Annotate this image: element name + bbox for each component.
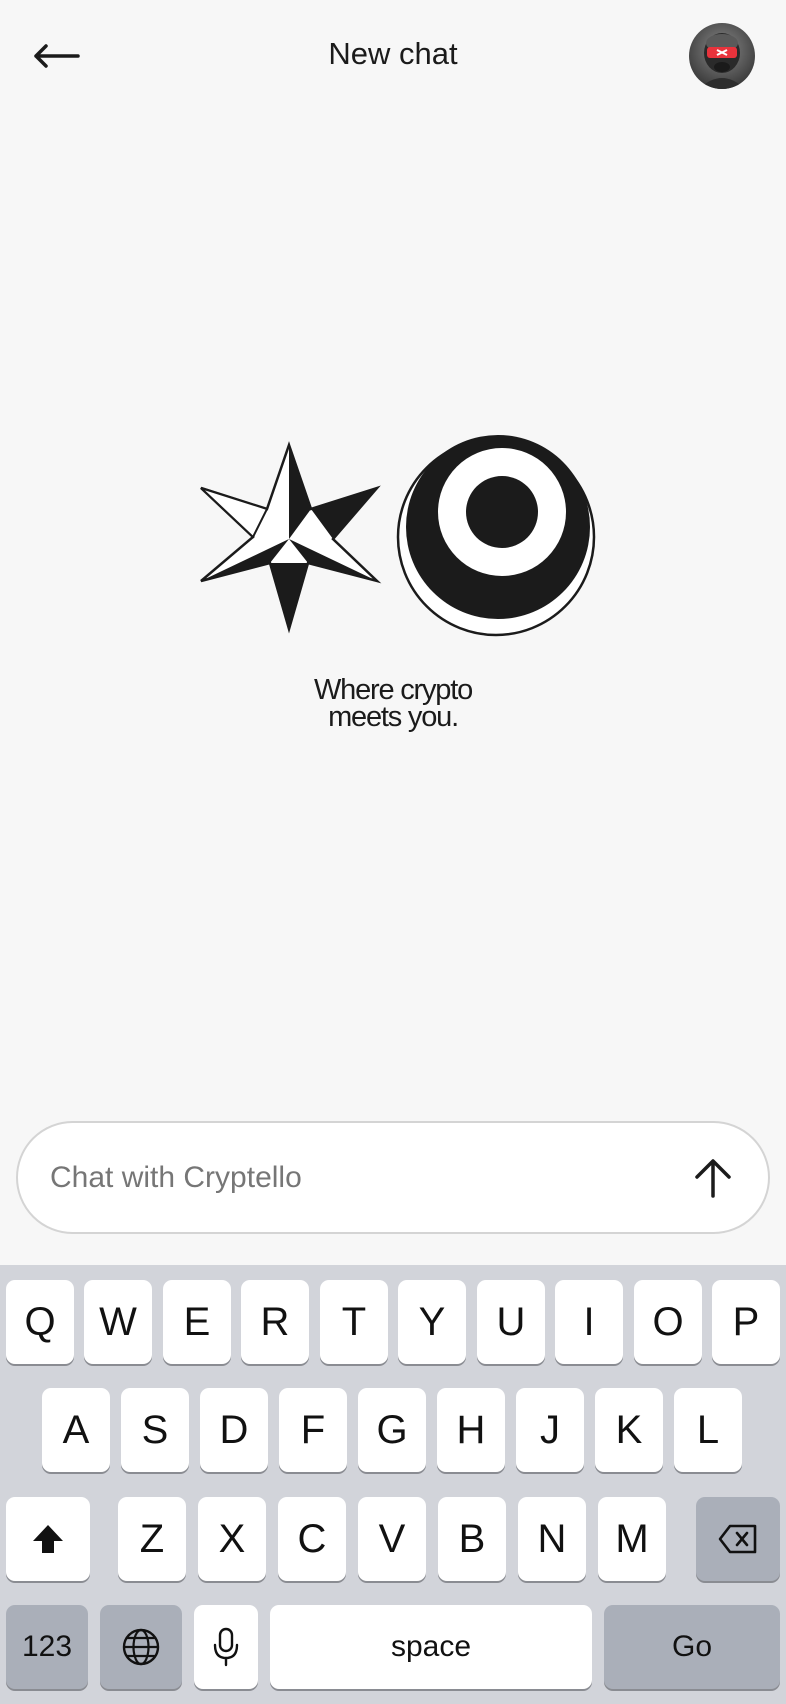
- backspace-icon: [718, 1524, 757, 1554]
- cryptello-logo: [196, 430, 606, 650]
- avatar[interactable]: [689, 23, 755, 89]
- tagline-line-2: meets you.: [328, 701, 459, 733]
- numbers-key[interactable]: 123: [6, 1605, 88, 1689]
- key-h[interactable]: H: [437, 1388, 505, 1472]
- tagline-line-1: Where crypto: [313, 674, 473, 706]
- key-q[interactable]: Q: [6, 1280, 74, 1364]
- key-j[interactable]: J: [516, 1388, 584, 1472]
- key-g[interactable]: G: [358, 1388, 426, 1472]
- header: New chat: [0, 0, 786, 112]
- microphone-icon: [213, 1627, 239, 1667]
- go-key[interactable]: Go: [604, 1605, 780, 1689]
- key-p[interactable]: P: [712, 1280, 780, 1364]
- key-k[interactable]: K: [595, 1388, 663, 1472]
- key-e[interactable]: E: [163, 1280, 231, 1364]
- chat-input-bar: [16, 1121, 770, 1234]
- key-v[interactable]: V: [358, 1497, 426, 1581]
- key-o[interactable]: O: [634, 1280, 702, 1364]
- ring-icon: [396, 435, 596, 637]
- page-title: New chat: [328, 36, 458, 71]
- key-a[interactable]: A: [42, 1388, 110, 1472]
- key-t[interactable]: T: [320, 1280, 388, 1364]
- key-m[interactable]: M: [598, 1497, 666, 1581]
- key-u[interactable]: U: [477, 1280, 545, 1364]
- tagline: Where crypto meets you.: [0, 674, 786, 733]
- shift-key[interactable]: [6, 1497, 90, 1581]
- keyboard: Q W E R T Y U I O P A S D F G H J K L Z …: [0, 1265, 786, 1704]
- key-n[interactable]: N: [518, 1497, 586, 1581]
- key-b[interactable]: B: [438, 1497, 506, 1581]
- key-z[interactable]: Z: [118, 1497, 186, 1581]
- chat-screen: New chat Where crypto meets you. Chat wi…: [0, 0, 786, 1704]
- key-r[interactable]: R: [241, 1280, 309, 1364]
- key-d[interactable]: D: [200, 1388, 268, 1472]
- key-s[interactable]: S: [121, 1388, 189, 1472]
- globe-icon: [122, 1628, 160, 1666]
- key-c[interactable]: C: [278, 1497, 346, 1581]
- chat-input[interactable]: [50, 1160, 650, 1195]
- key-f[interactable]: F: [279, 1388, 347, 1472]
- globe-key[interactable]: [100, 1605, 182, 1689]
- key-w[interactable]: W: [84, 1280, 152, 1364]
- arrow-up-icon: [695, 1159, 731, 1198]
- backspace-key[interactable]: [696, 1497, 780, 1581]
- space-key[interactable]: space: [270, 1605, 592, 1689]
- key-y[interactable]: Y: [398, 1280, 466, 1364]
- avatar-image: [689, 23, 755, 89]
- key-i[interactable]: I: [555, 1280, 623, 1364]
- star-icon: [200, 441, 382, 634]
- key-l[interactable]: L: [674, 1388, 742, 1472]
- shift-icon: [33, 1525, 63, 1553]
- microphone-key[interactable]: [194, 1605, 258, 1689]
- key-x[interactable]: X: [198, 1497, 266, 1581]
- send-button[interactable]: [688, 1153, 738, 1203]
